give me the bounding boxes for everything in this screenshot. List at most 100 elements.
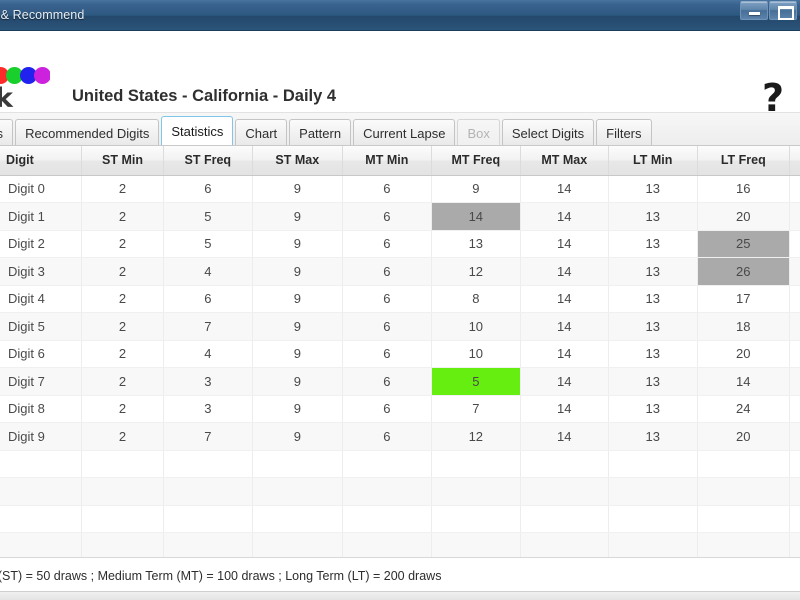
table-cell[interactable]: 14 — [520, 367, 609, 396]
table-cell[interactable]: 7 — [163, 422, 253, 451]
tab-chart[interactable]: Chart — [235, 119, 288, 145]
table-cell[interactable]: 2 — [81, 340, 164, 368]
table-cell[interactable]: 7 — [431, 395, 521, 423]
table-cell[interactable]: 13 — [608, 285, 698, 313]
table-cell[interactable]: Digit 5 — [0, 312, 83, 341]
table-cell[interactable]: 13 — [608, 257, 698, 286]
table-cell[interactable]: 17 — [697, 285, 790, 313]
table-cell[interactable]: 9 — [252, 422, 343, 451]
table-cell[interactable]: 24 — [697, 395, 790, 423]
column-header-mt-freq[interactable]: MT Freq — [431, 146, 521, 176]
table-cell[interactable]: 14 — [431, 202, 521, 231]
table-cell[interactable]: 9 — [252, 257, 343, 286]
table-cell[interactable]: Digit 8 — [0, 395, 83, 423]
table-cell[interactable]: 9 — [252, 285, 343, 313]
table-cell[interactable]: 25 — [789, 230, 800, 258]
table-cell[interactable]: 13 — [608, 422, 698, 451]
table-cell[interactable]: 6 — [342, 422, 432, 451]
table-cell[interactable]: 12 — [431, 257, 521, 286]
table-cell[interactable]: 14 — [520, 230, 609, 258]
table-cell[interactable]: 25 — [789, 395, 800, 423]
table-cell[interactable]: 6 — [342, 230, 432, 258]
table-cell[interactable]: 6 — [163, 285, 253, 313]
table-cell[interactable]: 14 — [520, 202, 609, 231]
table-cell[interactable]: 5 — [431, 367, 521, 396]
table-cell[interactable]: 13 — [608, 395, 698, 423]
table-cell[interactable]: Digit 7 — [0, 367, 83, 396]
minimize-button[interactable] — [740, 1, 768, 20]
table-cell[interactable]: 25 — [789, 202, 800, 231]
table-cell[interactable]: 14 — [520, 312, 609, 341]
table-cell[interactable]: 13 — [608, 202, 698, 231]
table-cell[interactable]: 8 — [431, 285, 521, 313]
table-cell[interactable]: 2 — [81, 230, 164, 258]
table-cell[interactable]: 20 — [697, 202, 790, 231]
table-cell[interactable]: 5 — [163, 202, 253, 231]
table-cell[interactable]: 6 — [342, 175, 432, 203]
table-cell[interactable]: 2 — [81, 395, 164, 423]
table-cell[interactable]: 18 — [697, 312, 790, 341]
table-cell[interactable]: 4 — [163, 340, 253, 368]
table-cell[interactable]: 14 — [520, 285, 609, 313]
table-cell[interactable]: 9 — [252, 340, 343, 368]
table-cell[interactable]: Digit 9 — [0, 422, 83, 451]
table-cell[interactable]: 14 — [697, 367, 790, 396]
table-cell[interactable]: 2 — [81, 257, 164, 286]
column-header-st-min[interactable]: ST Min — [81, 146, 164, 176]
table-cell[interactable]: 25 — [789, 257, 800, 286]
table-row[interactable]: Digit 225961314132525 — [0, 230, 800, 258]
table-cell[interactable]: 9 — [431, 175, 521, 203]
table-cell[interactable]: 4 — [163, 257, 253, 286]
table-cell[interactable]: 9 — [252, 202, 343, 231]
table-cell[interactable]: 6 — [342, 257, 432, 286]
table-cell[interactable]: 2 — [81, 175, 164, 203]
tab-select-digits[interactable]: Select Digits — [501, 119, 595, 145]
table-cell[interactable]: 6 — [342, 367, 432, 396]
table-cell[interactable]: Digit 6 — [0, 340, 83, 368]
table-cell[interactable]: 25 — [789, 175, 800, 203]
table-cell[interactable]: 6 — [342, 312, 432, 341]
table-cell[interactable]: 20 — [697, 340, 790, 368]
table-cell[interactable]: 13 — [608, 340, 698, 368]
table-cell[interactable]: 2 — [81, 422, 164, 451]
table-cell[interactable]: 12 — [431, 422, 521, 451]
table-row[interactable]: Digit 324961214132625 — [0, 257, 800, 286]
column-header-st-max[interactable]: ST Max — [252, 146, 343, 176]
table-cell[interactable]: 14 — [520, 422, 609, 451]
table-cell[interactable]: 25 — [789, 340, 800, 368]
column-header-lt-freq[interactable]: LT Freq — [697, 146, 790, 176]
table-cell[interactable]: 14 — [520, 395, 609, 423]
table-cell[interactable]: Digit 0 — [0, 175, 83, 203]
table-cell[interactable]: 5 — [163, 230, 253, 258]
tab-filters[interactable]: Filters — [596, 119, 652, 145]
table-cell[interactable]: 7 — [163, 312, 253, 341]
table-cell[interactable]: 20 — [697, 422, 790, 451]
table-cell[interactable]: Digit 2 — [0, 230, 83, 258]
table-cell[interactable]: 14 — [520, 175, 609, 203]
help-icon[interactable]: ? — [762, 79, 784, 117]
table-cell[interactable]: 3 — [163, 367, 253, 396]
table-cell[interactable]: 25 — [697, 230, 790, 258]
table-row[interactable]: Digit 42696814131725 — [0, 285, 800, 313]
table-cell[interactable]: 13 — [431, 230, 521, 258]
table-cell[interactable]: 9 — [252, 312, 343, 341]
table-cell[interactable]: 6 — [342, 340, 432, 368]
table-cell[interactable]: 2 — [81, 285, 164, 313]
table-cell[interactable]: 9 — [252, 367, 343, 396]
table-cell[interactable]: 6 — [342, 285, 432, 313]
column-header-digit[interactable]: Digit — [0, 146, 83, 176]
table-cell[interactable]: 26 — [697, 257, 790, 286]
table-row[interactable]: Digit 624961014132025 — [0, 340, 800, 368]
table-cell[interactable]: 13 — [608, 367, 698, 396]
column-header-lt-max[interactable]: LT Max — [789, 146, 800, 176]
table-cell[interactable]: 25 — [789, 422, 800, 451]
table-cell[interactable]: Digit 4 — [0, 285, 83, 313]
table-row[interactable]: Digit 927961214132025 — [0, 422, 800, 451]
table-cell[interactable]: 14 — [520, 340, 609, 368]
tab-ers[interactable]: ers — [0, 119, 14, 145]
maximize-button[interactable] — [769, 1, 797, 20]
table-cell[interactable]: 25 — [789, 285, 800, 313]
column-header-lt-min[interactable]: LT Min — [608, 146, 698, 176]
column-header-st-freq[interactable]: ST Freq — [163, 146, 253, 176]
table-cell[interactable]: 2 — [81, 202, 164, 231]
